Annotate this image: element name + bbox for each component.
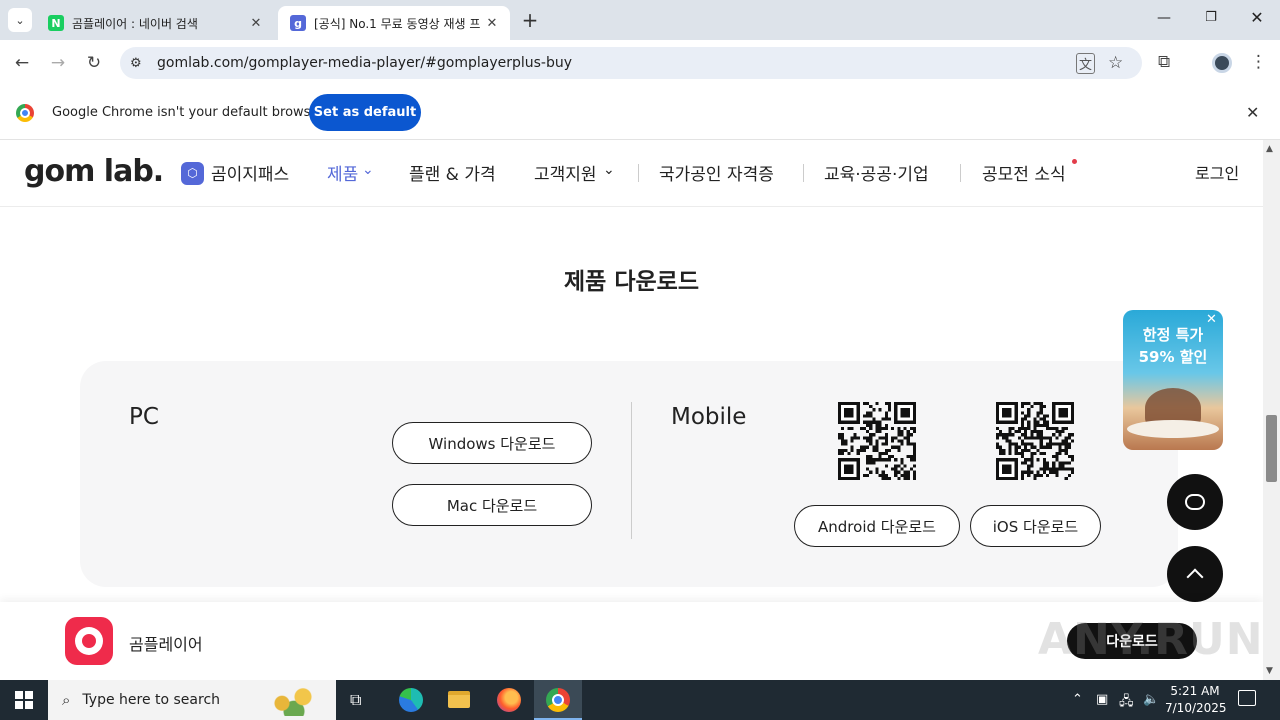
android-qr-code	[838, 402, 916, 480]
pc-label: PC	[129, 404, 159, 430]
download-card: PC Windows 다운로드 Mac 다운로드 Mobile Android …	[80, 361, 1178, 587]
scrollbar-thumb[interactable]	[1266, 415, 1277, 482]
clock[interactable]: 5:21 AM 7/10/2025	[1165, 683, 1227, 717]
page-scrollbar[interactable]: ▲ ▼	[1263, 140, 1280, 680]
task-view-icon[interactable]: ⧉	[350, 690, 361, 710]
gomlab-logo[interactable]: gom lab.	[24, 154, 164, 189]
menu-icon[interactable]: ⋮	[1250, 52, 1267, 72]
chrome-icon	[546, 688, 570, 712]
address-bar[interactable]: ⚙ gomlab.com/gomplayer-media-player/#gom…	[120, 47, 1142, 79]
minimize-button[interactable]: —	[1152, 10, 1176, 30]
card-divider	[631, 402, 632, 539]
scrollbar-arrow-down[interactable]: ▼	[1266, 666, 1273, 676]
clock-time: 5:21 AM	[1170, 684, 1220, 698]
taskbar-search-placeholder: Type here to search	[82, 692, 221, 708]
notifications-icon[interactable]	[1238, 690, 1256, 706]
scrollbar-arrow-up[interactable]: ▲	[1266, 144, 1273, 154]
default-browser-infobar: Google Chrome isn't your default browser…	[0, 86, 1280, 140]
windows-download-button[interactable]: Windows 다운로드	[392, 422, 592, 464]
android-download-button[interactable]: Android 다운로드	[794, 505, 960, 547]
profile-avatar[interactable]	[1212, 53, 1232, 73]
reload-icon[interactable]: ↻	[81, 50, 107, 76]
nav-divider	[638, 164, 639, 182]
bookmark-star-icon[interactable]: ☆	[1108, 53, 1123, 73]
translate-icon[interactable]: 文	[1076, 52, 1096, 74]
gomplayer-app-icon	[65, 617, 113, 665]
network-icon[interactable]: 🖧	[1119, 692, 1134, 714]
clock-date: 7/10/2025	[1165, 701, 1227, 715]
taskbar-search-box[interactable]: ⌕ Type here to search	[48, 680, 336, 720]
firefox-icon[interactable]	[497, 688, 521, 712]
url-text: gomlab.com/gomplayer-media-player/#gompl…	[157, 55, 573, 71]
sticky-download-bar: 곰플레이어 다운로드 ANY.RUN	[0, 602, 1263, 680]
tab-naver[interactable]: N 곰플레이어 : 네이버 검색 ✕	[36, 6, 274, 40]
chrome-taskbar-button[interactable]	[534, 680, 582, 720]
promo-text-1: 한정 특가	[1142, 326, 1204, 344]
nav-contest[interactable]: 공모전 소식	[982, 160, 1066, 185]
promo-text-2: 59% 할인	[1138, 348, 1208, 366]
chat-icon	[1185, 494, 1205, 510]
close-icon[interactable]: ✕	[482, 16, 502, 31]
mobile-label: Mobile	[671, 404, 747, 430]
tab-strip: ⌄ N 곰플레이어 : 네이버 검색 ✕ g [공식] No.1 무료 동영상 …	[0, 0, 1280, 40]
easypass-icon: ⬡	[181, 162, 204, 185]
anyrun-watermark: ANY.RUN	[1038, 614, 1263, 665]
restore-button[interactable]: ❐	[1199, 10, 1223, 30]
login-link[interactable]: 로그인	[1195, 160, 1239, 184]
start-button[interactable]	[0, 680, 48, 720]
close-icon[interactable]: ✕	[1246, 103, 1259, 122]
tab-title: 곰플레이어 : 네이버 검색	[72, 16, 198, 31]
tab-title: [공식] No.1 무료 동영상 재생 프	[314, 16, 481, 31]
site-header: gom lab. ⬡ 곰이지패스 제품 ⌄ 플랜 & 가격 고객지원 ⌄ 국가공…	[0, 140, 1263, 207]
nav-plans[interactable]: 플랜 & 가격	[409, 160, 496, 185]
nav-easypass[interactable]: 곰이지패스	[211, 160, 289, 185]
scroll-top-button[interactable]	[1167, 546, 1223, 602]
volume-icon[interactable]: 🔈	[1143, 692, 1159, 707]
window-close-button[interactable]: ✕	[1245, 8, 1269, 28]
tab-gomlab[interactable]: g [공식] No.1 무료 동영상 재생 프 ✕	[278, 6, 510, 40]
chevron-down-icon: ⌄	[15, 13, 25, 27]
chevron-up-icon	[1186, 568, 1204, 586]
ios-qr-code	[996, 402, 1074, 480]
naver-icon: N	[48, 15, 64, 31]
chevron-down-icon: ⌄	[362, 162, 374, 178]
nav-certification[interactable]: 국가공인 자격증	[659, 160, 774, 185]
extensions-icon[interactable]: ⧉	[1158, 52, 1170, 72]
promo-banner[interactable]: 한정 특가 59% 할인 ✕	[1123, 310, 1223, 450]
web-page: gom lab. ⬡ 곰이지패스 제품 ⌄ 플랜 & 가격 고객지원 ⌄ 국가공…	[0, 140, 1263, 680]
set-default-button[interactable]: Set as default	[309, 94, 421, 131]
mac-download-button[interactable]: Mac 다운로드	[392, 484, 592, 526]
close-icon[interactable]: ✕	[246, 16, 266, 31]
surfboard-image	[1127, 420, 1219, 438]
nav-support[interactable]: 고객지원	[534, 160, 597, 185]
nav-education[interactable]: 교육·공공·기업	[824, 160, 929, 185]
search-icon: ⌕	[62, 691, 71, 709]
close-icon[interactable]: ✕	[1206, 312, 1217, 327]
notification-dot	[1072, 159, 1077, 164]
infobar-message: Google Chrome isn't your default browser	[52, 105, 324, 120]
nav-products[interactable]: 제품	[327, 160, 358, 185]
bottom-product-name: 곰플레이어	[129, 635, 203, 654]
nav-divider	[803, 164, 804, 182]
ios-download-button[interactable]: iOS 다운로드	[970, 505, 1101, 547]
new-tab-button[interactable]: +	[518, 8, 542, 32]
nav-divider	[960, 164, 961, 182]
gom-icon: g	[290, 15, 306, 31]
edge-icon[interactable]	[399, 688, 423, 712]
forward-icon[interactable]: →	[45, 50, 71, 76]
section-title: 제품 다운로드	[564, 269, 699, 295]
back-icon[interactable]: ←	[9, 50, 35, 76]
tab-search-button[interactable]: ⌄	[8, 8, 32, 32]
windows-taskbar: ⌕ Type here to search ⧉ ⌃ ▣ 🖧 🔈 5:21 AM …	[0, 680, 1280, 720]
flowers-decoration-icon	[264, 684, 324, 716]
chevron-down-icon: ⌄	[603, 162, 615, 178]
chrome-logo-icon	[16, 104, 34, 122]
site-info-icon[interactable]: ⚙	[130, 56, 142, 71]
file-explorer-icon[interactable]	[448, 691, 470, 708]
tray-chevron-up-icon[interactable]: ⌃	[1072, 692, 1083, 707]
windows-logo-icon	[15, 691, 33, 709]
chat-button[interactable]	[1167, 474, 1223, 530]
tray-device-icon[interactable]: ▣	[1096, 692, 1108, 707]
